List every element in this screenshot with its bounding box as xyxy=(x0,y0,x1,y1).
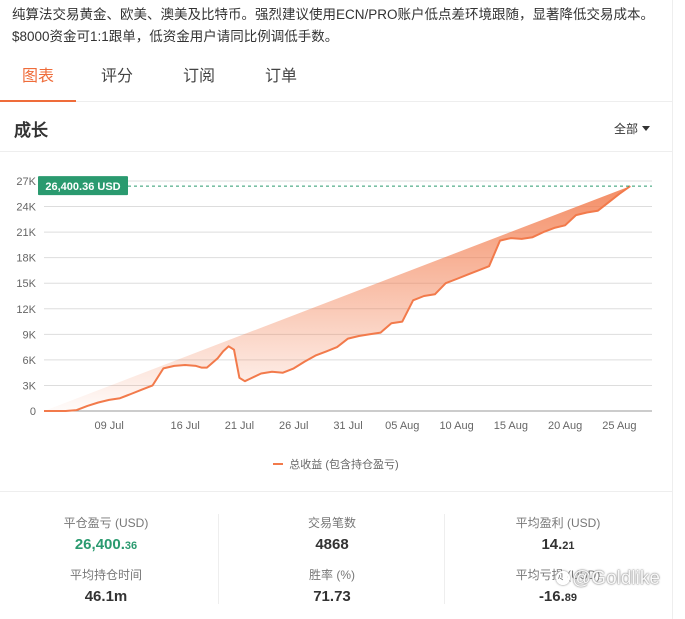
y-tick-label: 18K xyxy=(16,253,36,265)
stat-value: 26,400.36 xyxy=(74,536,138,553)
x-tick-label: 09 Jul xyxy=(94,420,123,432)
strategy-description: 纯算法交易黄金、欧美、澳美及比特币。强烈建议使用ECN/PRO账户低点差环境跟随… xyxy=(12,7,655,44)
tab-bar: 图表 评分 订阅 订单 xyxy=(0,60,672,102)
tab-chart[interactable]: 图表 xyxy=(0,60,76,102)
current-value-label: 26,400.36 USD xyxy=(45,181,120,193)
stat-winrate: 胜率 (%) 71.73 xyxy=(252,566,412,605)
range-dropdown[interactable]: 全部 xyxy=(614,120,651,137)
y-tick-label: 6K xyxy=(23,355,37,367)
y-tick-label: 15K xyxy=(16,278,36,290)
stats-separator xyxy=(444,514,445,604)
y-tick-label: 21K xyxy=(16,227,36,239)
tab-rating[interactable]: 评分 xyxy=(82,60,152,102)
stat-label: 平均盈利 (USD) xyxy=(515,516,601,530)
y-tick-label: 27K xyxy=(16,176,36,188)
watermark: @Goldlike xyxy=(556,568,660,590)
stat-avg-hold: 平均持仓时间 46.1m xyxy=(26,566,186,605)
y-tick-label: 12K xyxy=(16,304,36,316)
stats-divider xyxy=(0,491,672,492)
y-tick-label: 0 xyxy=(30,406,36,418)
stat-trades: 交易笔数 4868 xyxy=(252,514,412,553)
stat-avg-profit: 平均盈利 (USD) 14.21 xyxy=(478,514,638,553)
stat-label: 平均持仓时间 xyxy=(69,568,142,582)
stat-value: 14.21 xyxy=(541,536,575,553)
x-tick-label: 16 Jul xyxy=(170,420,199,432)
stat-value: 4868 xyxy=(315,536,349,553)
legend-label: 总收益 (包含持仓盈亏) xyxy=(289,459,399,471)
stat-value: 46.1m xyxy=(84,588,128,605)
tab-subscription[interactable]: 订阅 xyxy=(164,60,234,102)
stat-label: 交易笔数 xyxy=(307,516,356,530)
area-fill xyxy=(44,186,631,411)
y-tick-label: 3K xyxy=(23,380,37,392)
x-tick-label: 31 Jul xyxy=(333,420,362,432)
x-tick-label: 21 Jul xyxy=(225,420,254,432)
right-divider xyxy=(672,0,673,619)
stat-closed-pl: 平仓盈亏 (USD) 26,400.36 xyxy=(26,514,186,553)
x-tick-label: 25 Aug xyxy=(602,420,636,432)
section-divider xyxy=(0,151,672,152)
stat-label: 平仓盈亏 (USD) xyxy=(63,516,149,530)
caret-down-icon xyxy=(642,126,651,131)
y-tick-label: 9K xyxy=(23,329,37,341)
stat-value: 71.73 xyxy=(313,588,351,605)
x-tick-label: 15 Aug xyxy=(494,420,528,432)
growth-chart: 0 3K 6K 9K 12K 15K 18K 21K 24K 27K 09 Jul 16 Jul 21 … xyxy=(16,176,652,432)
growth-title: 成长 xyxy=(14,121,48,140)
tab-orders[interactable]: 订单 xyxy=(246,60,316,102)
legend-line-icon xyxy=(273,463,284,465)
x-tick-label: 20 Aug xyxy=(548,420,582,432)
chart-legend[interactable]: 总收益 (包含持仓盈亏) xyxy=(0,456,672,472)
y-tick-label: 24K xyxy=(16,202,36,214)
x-tick-label: 10 Aug xyxy=(439,420,473,432)
weibo-icon xyxy=(556,571,570,585)
stat-value: -16.89 xyxy=(538,588,578,605)
x-tick-label: 05 Aug xyxy=(385,420,419,432)
stats-separator xyxy=(218,514,219,604)
stat-label: 胜率 (%) xyxy=(309,568,355,582)
x-tick-label: 26 Jul xyxy=(279,420,308,432)
range-dropdown-label: 全部 xyxy=(614,122,639,136)
